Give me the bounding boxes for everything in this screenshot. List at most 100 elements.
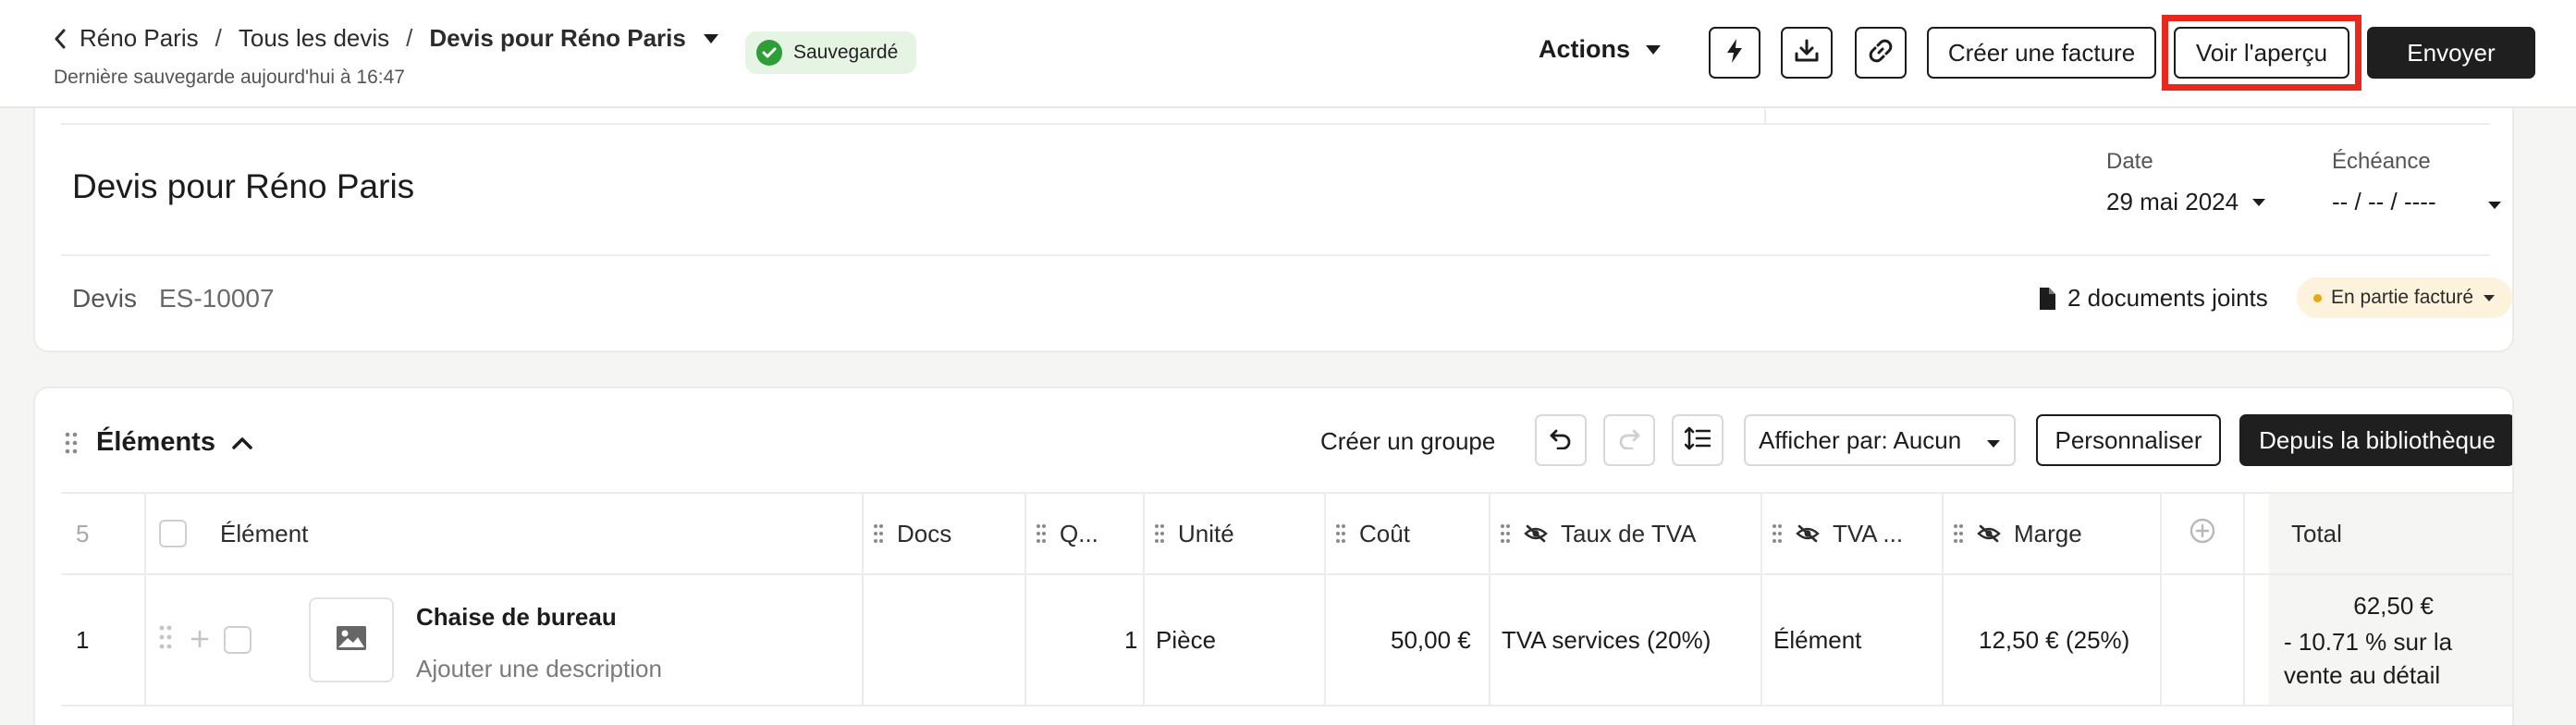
- grip-icon[interactable]: [1335, 523, 1346, 544]
- item-image-placeholder[interactable]: [309, 597, 394, 682]
- send-button[interactable]: Envoyer: [2367, 27, 2535, 79]
- customize-button[interactable]: Personnaliser: [2036, 414, 2221, 466]
- document-title[interactable]: Devis pour Réno Paris: [72, 167, 414, 206]
- grip-icon[interactable]: [1500, 523, 1511, 544]
- item-name[interactable]: Chaise de bureau: [416, 603, 617, 632]
- file-icon: [2038, 287, 2056, 311]
- preview-highlight-box: [2162, 15, 2361, 91]
- column-header-docs[interactable]: Docs: [873, 494, 951, 573]
- caret-down-icon: [2487, 188, 2502, 216]
- column-header-cost[interactable]: Coût: [1335, 494, 1410, 573]
- row-quantity[interactable]: 1: [1124, 575, 1137, 705]
- divider: [61, 123, 2490, 125]
- automation-button[interactable]: [1709, 27, 1760, 79]
- column-header-unit-label: Unité: [1178, 519, 1234, 547]
- column-separator: [1942, 575, 1944, 707]
- column-separator: [862, 494, 864, 577]
- grip-icon[interactable]: [1772, 523, 1783, 544]
- row-checkbox-cell[interactable]: [224, 575, 251, 705]
- date-label: Date: [2106, 149, 2153, 174]
- status-badge[interactable]: En partie facturé: [2297, 277, 2513, 318]
- grip-icon[interactable]: [873, 523, 884, 544]
- row-density-button[interactable]: [1672, 414, 1723, 466]
- total-cell[interactable]: 62,50 € - 10.71 % sur la vente au détail: [2269, 575, 2512, 705]
- row-unit[interactable]: Pièce: [1156, 575, 1216, 705]
- grip-icon[interactable]: [1154, 523, 1165, 544]
- create-invoice-button[interactable]: Créer une facture: [1927, 27, 2156, 79]
- document-number: ES-10007: [159, 284, 275, 313]
- plus-icon: [190, 626, 209, 655]
- document-info-card: Devis pour Réno Paris Date 29 mai 2024 É…: [33, 108, 2514, 352]
- eye-off-icon[interactable]: [1524, 524, 1548, 543]
- row-checkbox[interactable]: [224, 626, 251, 654]
- column-separator: [1324, 575, 1326, 707]
- table-row[interactable]: 62,50 € - 10.71 % sur la vente au détail…: [61, 575, 2512, 707]
- redo-icon: [1617, 427, 1641, 454]
- row-vat-rate[interactable]: TVA services (20%): [1502, 575, 1711, 705]
- column-header-element[interactable]: Élément: [220, 494, 308, 573]
- add-column-button[interactable]: [2190, 494, 2215, 573]
- column-separator: [1489, 494, 1490, 577]
- column-separator: [862, 575, 864, 707]
- due-date-picker[interactable]: -- / -- / ----: [2332, 188, 2502, 216]
- elements-section-header[interactable]: Éléments: [65, 427, 252, 458]
- breadcrumb-item-all-quotes[interactable]: Tous les devis: [239, 24, 389, 53]
- column-header-vat[interactable]: TVA ...: [1772, 494, 1903, 573]
- eye-off-icon[interactable]: [1977, 524, 2001, 543]
- date-picker[interactable]: 29 mai 2024: [2106, 188, 2266, 216]
- column-header-vat-rate[interactable]: Taux de TVA: [1500, 494, 1696, 573]
- row-index: 1: [76, 625, 90, 654]
- download-button[interactable]: [1781, 27, 1833, 79]
- undo-button[interactable]: [1535, 414, 1587, 466]
- row-cost[interactable]: 50,00 €: [1391, 575, 1471, 705]
- show-by-value: Afficher par: Aucun: [1759, 425, 1962, 454]
- column-header-docs-label: Docs: [897, 519, 952, 547]
- row-total: 62,50 €: [2353, 592, 2434, 620]
- grip-icon[interactable]: [65, 432, 78, 454]
- create-group-button[interactable]: Créer un groupe: [1320, 427, 1495, 456]
- row-count: 5: [76, 519, 90, 547]
- due-date-value: -- / -- / ----: [2332, 188, 2436, 215]
- chevron-left-icon[interactable]: [54, 29, 67, 49]
- grip-icon[interactable]: [159, 625, 172, 656]
- due-date-label: Échéance: [2332, 149, 2431, 174]
- redo-button[interactable]: [1603, 414, 1655, 466]
- column-header-quantity[interactable]: Q...: [1036, 494, 1098, 573]
- column-header-unit[interactable]: Unité: [1154, 494, 1234, 573]
- from-library-button[interactable]: Depuis la bibliothèque: [2239, 414, 2512, 466]
- actions-menu[interactable]: Actions: [1539, 35, 1662, 64]
- column-separator: [1942, 494, 1944, 577]
- elements-title: Éléments: [96, 427, 215, 457]
- saved-status-label: Sauvegardé: [793, 42, 899, 63]
- row-vat[interactable]: Élément: [1773, 575, 1861, 705]
- select-all-checkbox[interactable]: [159, 520, 187, 547]
- row-margin[interactable]: 12,50 € (25%): [1979, 575, 2129, 705]
- caret-down-icon: [1645, 44, 1662, 55]
- show-by-select[interactable]: Afficher par: Aucun: [1744, 414, 2016, 466]
- column-header-total: Total: [2291, 519, 2342, 547]
- grip-icon[interactable]: [1036, 523, 1047, 544]
- column-header-quantity-label: Q...: [1060, 519, 1098, 547]
- column-separator: [2243, 575, 2245, 707]
- column-header-cost-label: Coût: [1359, 519, 1410, 547]
- attachments-link[interactable]: 2 documents joints: [2038, 284, 2268, 313]
- column-header-margin[interactable]: Marge: [1953, 494, 2082, 573]
- caret-down-icon: [2483, 294, 2496, 302]
- elements-card: Éléments Créer un groupe Afficher par: A…: [33, 387, 2514, 725]
- item-description-input[interactable]: Ajouter une description: [416, 655, 662, 683]
- attachments-label: 2 documents joints: [2067, 284, 2268, 312]
- column-separator: [1489, 575, 1490, 707]
- column-separator: [1324, 494, 1326, 577]
- chevron-up-icon[interactable]: [232, 436, 252, 449]
- breadcrumb-item-client[interactable]: Réno Paris: [80, 24, 199, 53]
- share-link-button[interactable]: [1855, 27, 1907, 79]
- row-drag-handle[interactable]: [159, 575, 172, 705]
- undo-icon: [1549, 427, 1573, 454]
- select-all-cell[interactable]: [159, 494, 187, 573]
- row-add-button[interactable]: [190, 575, 209, 705]
- document-type-label: Devis: [72, 284, 138, 313]
- grip-icon[interactable]: [1953, 523, 1964, 544]
- eye-off-icon[interactable]: [1796, 524, 1820, 543]
- column-separator: [2160, 494, 2162, 577]
- caret-down-icon[interactable]: [703, 33, 719, 44]
